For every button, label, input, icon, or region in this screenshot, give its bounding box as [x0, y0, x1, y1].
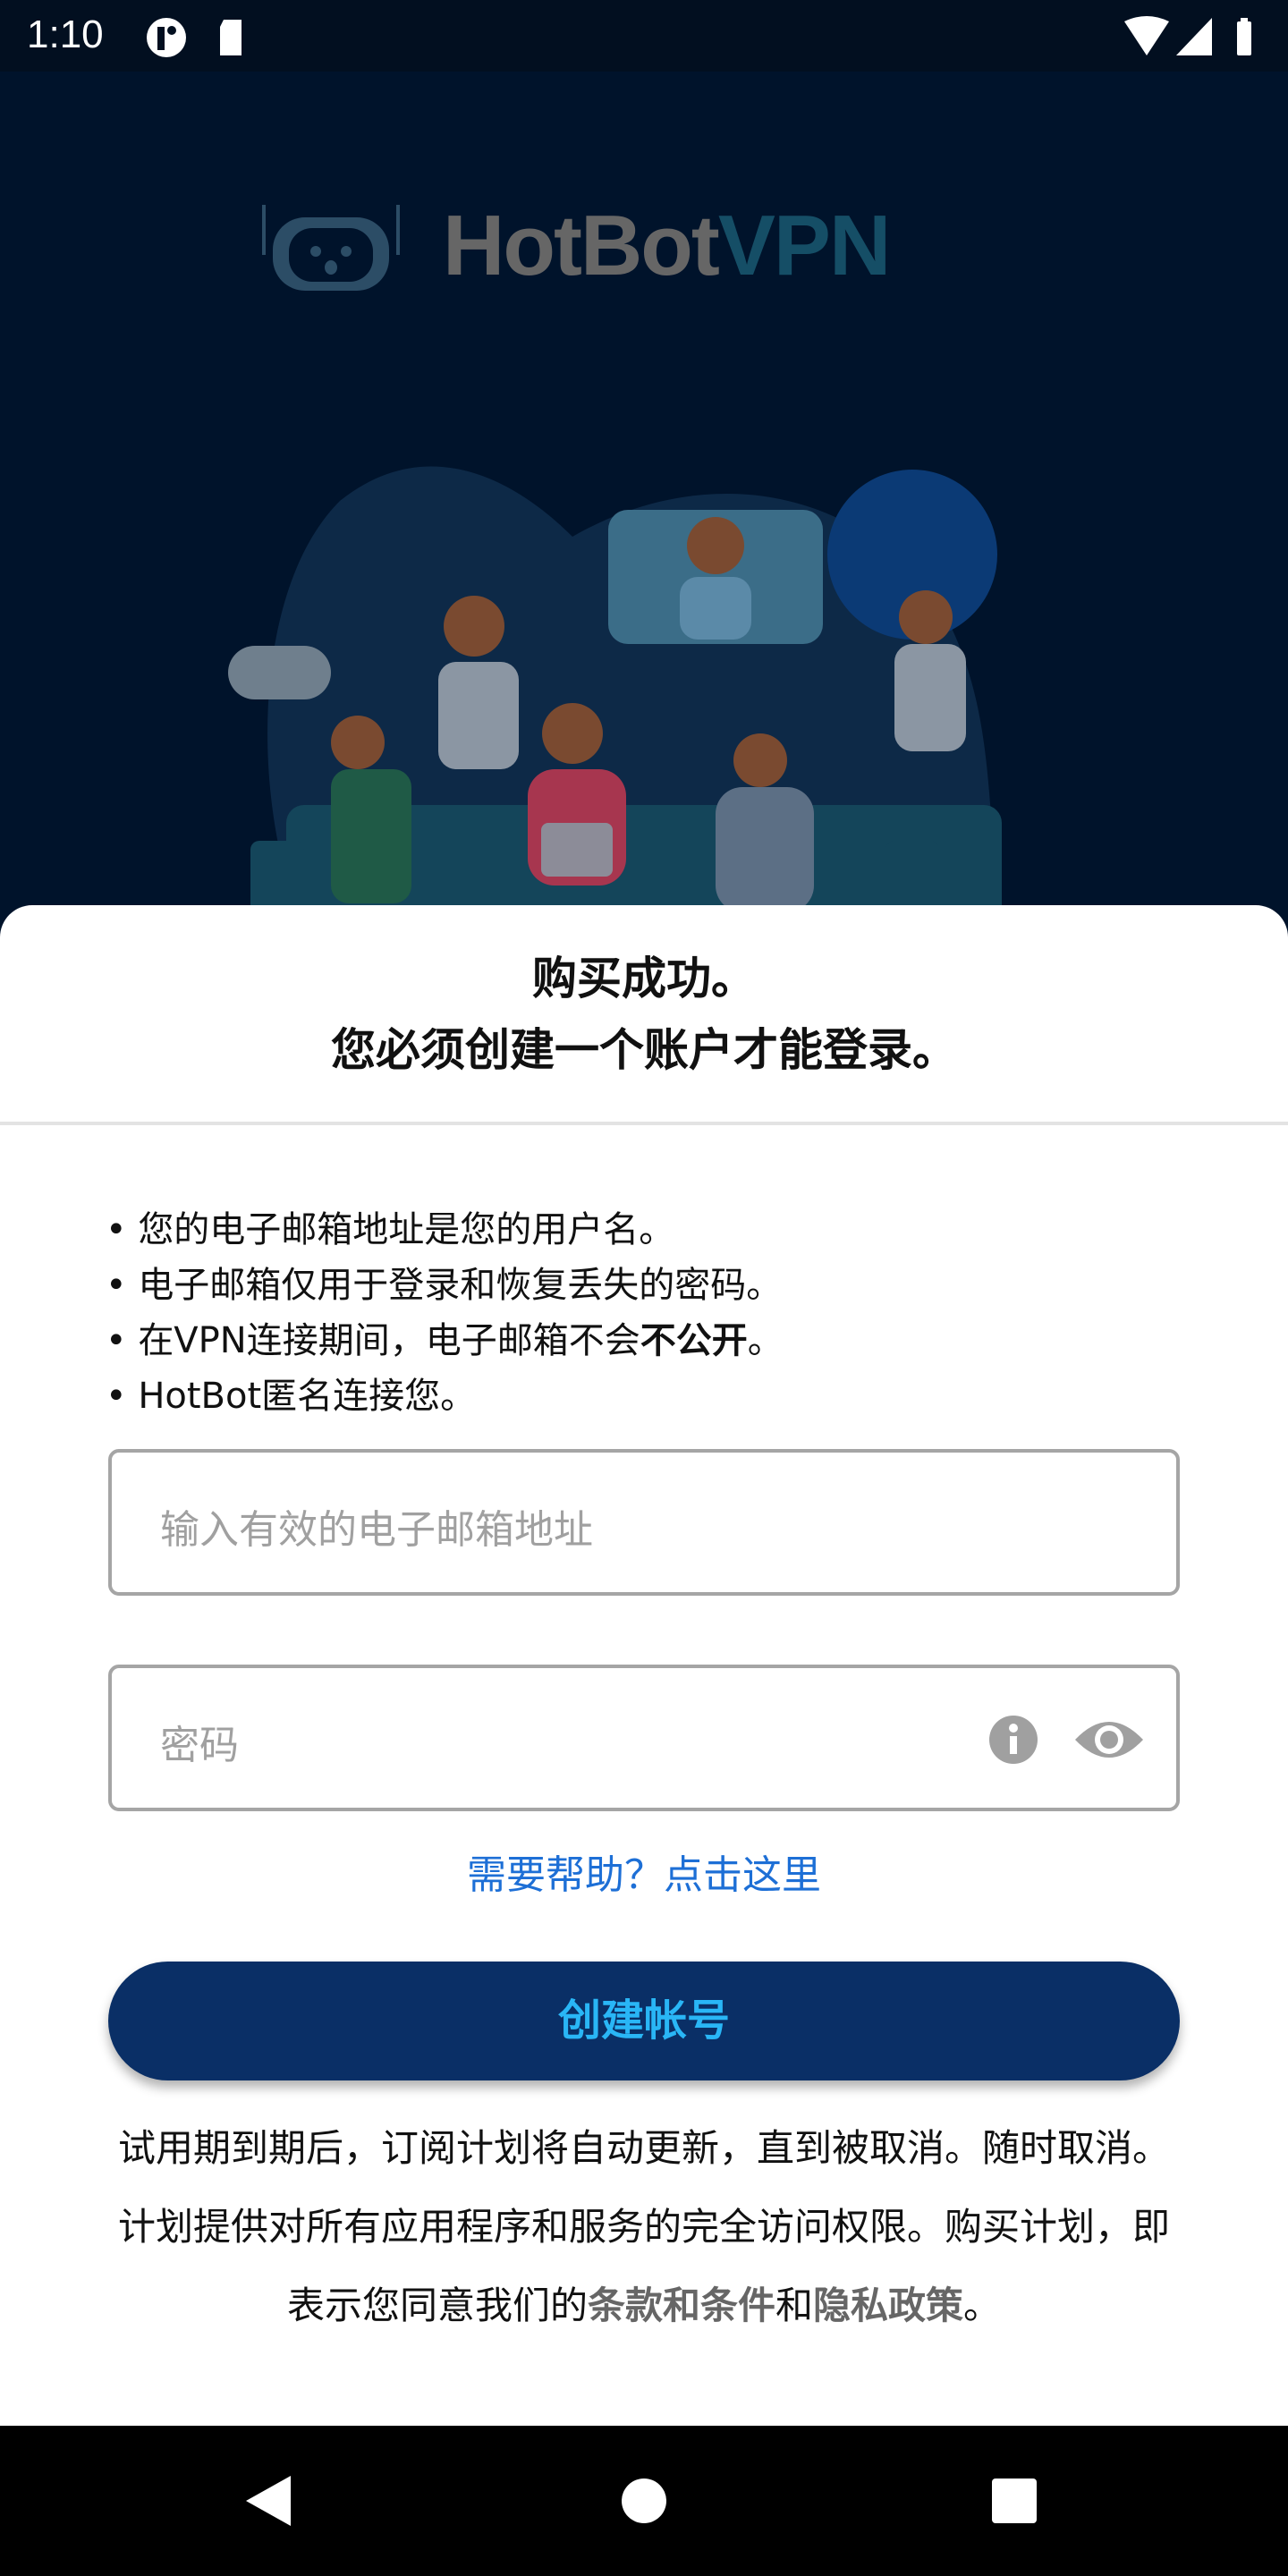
bullet-text: HotBot匿名连接您。: [138, 1376, 477, 1417]
title-line-2: 您必须创建一个账户才能登录。: [331, 1024, 957, 1076]
terms-text: 试用期到期后，订阅计划将自动更新，直到被取消。随时取消。计划提供对所有应用程序和…: [108, 2109, 1180, 2345]
bullet-text: 在VPN连接期间，电子邮箱不会: [138, 1320, 640, 1361]
hero-illustration-area: HotBotVPN: [0, 72, 1288, 930]
show-password-eye-icon[interactable]: [1073, 1715, 1145, 1765]
bullet-text: 您的电子邮箱地址是您的用户名。: [138, 1209, 675, 1250]
bullet-item: • 电子邮箱仅用于登录和恢复丢失的密码。: [106, 1265, 783, 1306]
create-account-sheet: 购买成功。 您必须创建一个账户才能登录。 • 您的电子邮箱地址是您的用户名。 •…: [0, 905, 1288, 2426]
email-input[interactable]: 输入有效的电子邮箱地址: [108, 1449, 1180, 1596]
back-icon[interactable]: [242, 2474, 295, 2528]
hotbotvpn-logo: HotBotVPN: [255, 197, 891, 295]
help-link[interactable]: 需要帮助？点击这里: [0, 1843, 1288, 1900]
people-on-couch-illustration: [228, 466, 1002, 930]
password-placeholder: 密码: [160, 1723, 239, 1768]
navigation-bar: [0, 2426, 1288, 2576]
sheet-title: 购买成功。 您必须创建一个账户才能登录。: [0, 943, 1288, 1086]
email-placeholder: 输入有效的电子邮箱地址: [160, 1507, 593, 1553]
bullet-end: 。: [747, 1320, 784, 1361]
logo-text-vpn: VPN: [717, 198, 891, 293]
status-notification-icons: [147, 18, 242, 57]
divider: [0, 1122, 1288, 1125]
terms-and: 和: [775, 2284, 813, 2327]
create-account-button[interactable]: 创建帐号: [108, 1962, 1180, 2080]
bullet-text: 电子邮箱仅用于登录和恢复丢失的密码。: [138, 1265, 783, 1306]
bullet-bold-text: 不公开: [640, 1320, 748, 1361]
terms-and-conditions-link[interactable]: 条款和条件: [588, 2284, 775, 2327]
privacy-policy-link[interactable]: 隐私政策: [813, 2284, 963, 2327]
password-input[interactable]: 密码: [108, 1665, 1180, 1811]
info-icon[interactable]: [988, 1715, 1038, 1765]
bullet-item: • 您的电子邮箱地址是您的用户名。: [106, 1209, 675, 1250]
bullet-item: • 在VPN连接期间，电子邮箱不会不公开。: [106, 1320, 784, 1361]
status-bar: 1:10: [0, 0, 1288, 72]
status-system-icons: [1124, 16, 1251, 55]
bullet-item: • HotBot匿名连接您。: [106, 1376, 477, 1417]
title-line-1: 购买成功。: [532, 953, 756, 1004]
recents-icon[interactable]: [991, 2478, 1038, 2524]
terms-end: 。: [963, 2284, 1002, 2327]
status-time: 1:10: [27, 13, 104, 56]
logo-text-hotbot: HotBot: [443, 198, 720, 293]
robot-logo-icon: [262, 205, 400, 291]
info-bullet-list: • 您的电子邮箱地址是您的用户名。 • 电子邮箱仅用于登录和恢复丢失的密码。 •…: [106, 1202, 784, 1424]
home-icon[interactable]: [621, 2478, 667, 2524]
